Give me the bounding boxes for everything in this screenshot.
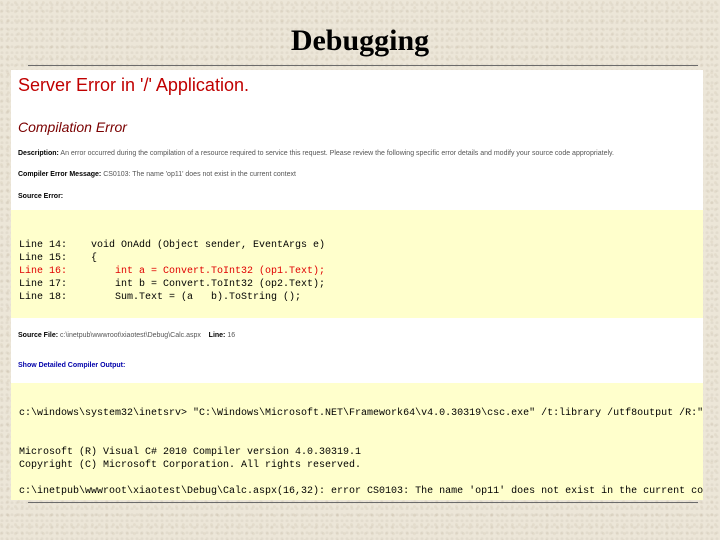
description-row: Description: An error occurred during th… <box>18 150 614 157</box>
compiler-message-label: Compiler Error Message: <box>18 171 102 178</box>
bottom-divider <box>28 502 698 503</box>
compiler-output-line: Copyright (C) Microsoft Corporation. All… <box>19 460 362 471</box>
line-label: Line: <box>208 332 226 339</box>
compilation-error-subheading: Compilation Error <box>18 119 127 135</box>
source-file-label: Source File: <box>18 332 59 339</box>
description-text: An error occurred during the compilation… <box>60 150 614 157</box>
description-label: Description: <box>18 150 59 157</box>
source-line-highlighted: Line 16: int a = Convert.ToInt32 (op1.Te… <box>19 266 326 277</box>
source-line: Line 17: int b = Convert.ToInt32 (op2.Te… <box>19 279 326 290</box>
source-error-label: Source Error: <box>18 193 64 200</box>
compiler-message-row: Compiler Error Message: CS0103: The name… <box>18 171 296 178</box>
source-file-row: Source File: c:\inetpub\wwwroot\xiaotest… <box>18 332 235 339</box>
server-error-heading: Server Error in '/' Application. <box>18 75 249 95</box>
title-divider <box>28 65 698 66</box>
source-line: Line 18: Sum.Text = (a b).ToString (); <box>19 292 302 303</box>
compiler-output-line: Microsoft (R) Visual C# 2010 Compiler ve… <box>19 447 362 458</box>
source-file-path: c:\inetpub\wwwroot\xiaotest\Debug\Calc.a… <box>60 332 201 339</box>
show-detailed-compiler-output-link[interactable]: Show Detailed Compiler Output: <box>18 362 125 369</box>
source-error-code-box: Line 14: void OnAdd (Object sender, Even… <box>11 210 703 318</box>
compiler-output-line: c:\windows\system32\inetsrv> "C:\Windows… <box>19 408 703 419</box>
error-page-screenshot: Server Error in '/' Application. Compila… <box>11 70 703 500</box>
line-number: 16 <box>227 332 236 339</box>
compiler-message-text: CS0103: The name 'op11' does not exist i… <box>103 171 296 178</box>
slide-title: Debugging <box>290 24 430 57</box>
source-line: Line 14: void OnAdd (Object sender, Even… <box>19 240 326 251</box>
compiler-output-box: c:\windows\system32\inetsrv> "C:\Windows… <box>11 383 703 500</box>
source-line: Line 15: { <box>19 253 98 264</box>
compiler-output-line: c:\inetpub\wwwroot\xiaotest\Debug\Calc.a… <box>19 486 703 497</box>
